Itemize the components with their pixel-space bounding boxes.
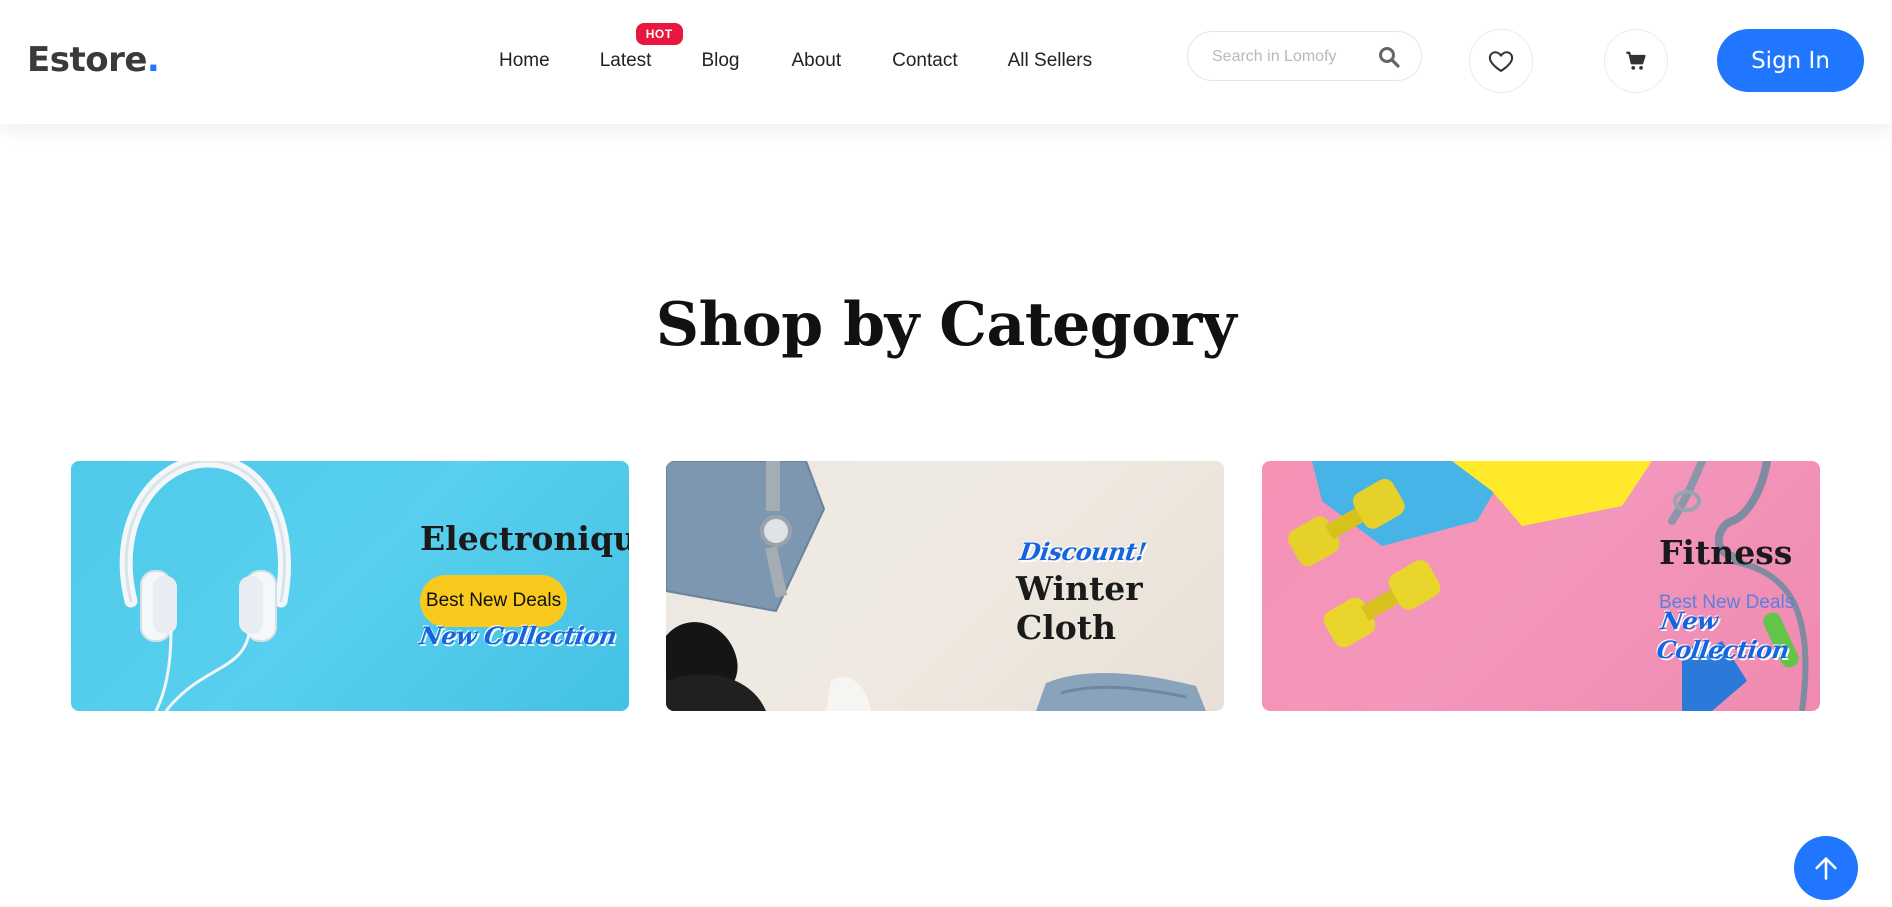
- nav-item-latest[interactable]: Latest HOT: [599, 23, 683, 72]
- new-collection-label: New Collection: [1654, 606, 1791, 664]
- search-box: [1187, 31, 1422, 81]
- arrow-up-icon: [1815, 857, 1837, 880]
- hot-badge: HOT: [635, 23, 683, 45]
- category-title-electronique: Electronique: [420, 519, 629, 558]
- category-title-fitness: Fitness: [1659, 533, 1793, 572]
- scroll-to-top-button[interactable]: [1794, 836, 1858, 900]
- nav-item-all-sellers[interactable]: All Sellers: [1008, 50, 1092, 72]
- site-header: Estore. Home Latest HOT Blog About Conta…: [0, 0, 1892, 124]
- fitness-image: [1288, 461, 1809, 711]
- nav-item-blog[interactable]: Blog: [701, 50, 739, 72]
- category-card-fitness[interactable]: Fitness Best New Deals New Collection: [1262, 461, 1820, 711]
- logo[interactable]: Estore.: [27, 40, 160, 80]
- sign-in-button[interactable]: Sign In: [1717, 29, 1864, 92]
- new-collection-label: New Collection: [417, 621, 619, 650]
- nav-item-contact[interactable]: Contact: [892, 50, 957, 72]
- section-title: Shop by Category: [655, 290, 1237, 360]
- category-card-electronique[interactable]: Electronique Best New Deals New Collecti…: [71, 461, 629, 711]
- cart-icon: [1626, 51, 1646, 70]
- wishlist-button[interactable]: [1469, 29, 1533, 93]
- nav-item-about[interactable]: About: [791, 50, 841, 72]
- search-input[interactable]: [1212, 45, 1372, 69]
- nav-item-latest-label: Latest: [599, 50, 652, 71]
- cart-button[interactable]: [1604, 29, 1668, 93]
- logo-dot: .: [146, 40, 160, 80]
- category-card-winter-cloth[interactable]: Discount! Winter Cloth: [666, 461, 1224, 711]
- discount-label: Discount!: [1017, 537, 1149, 566]
- nav-item-home[interactable]: Home: [499, 50, 550, 72]
- heart-icon: [1488, 51, 1514, 72]
- category-title-winter-cloth: Winter Cloth: [1016, 569, 1143, 647]
- main-nav: Home Latest HOT Blog About Contact All S…: [499, 23, 1092, 72]
- search-icon[interactable]: [1377, 45, 1401, 69]
- best-new-deals-button[interactable]: Best New Deals: [420, 575, 567, 627]
- logo-text: Estore: [27, 40, 147, 80]
